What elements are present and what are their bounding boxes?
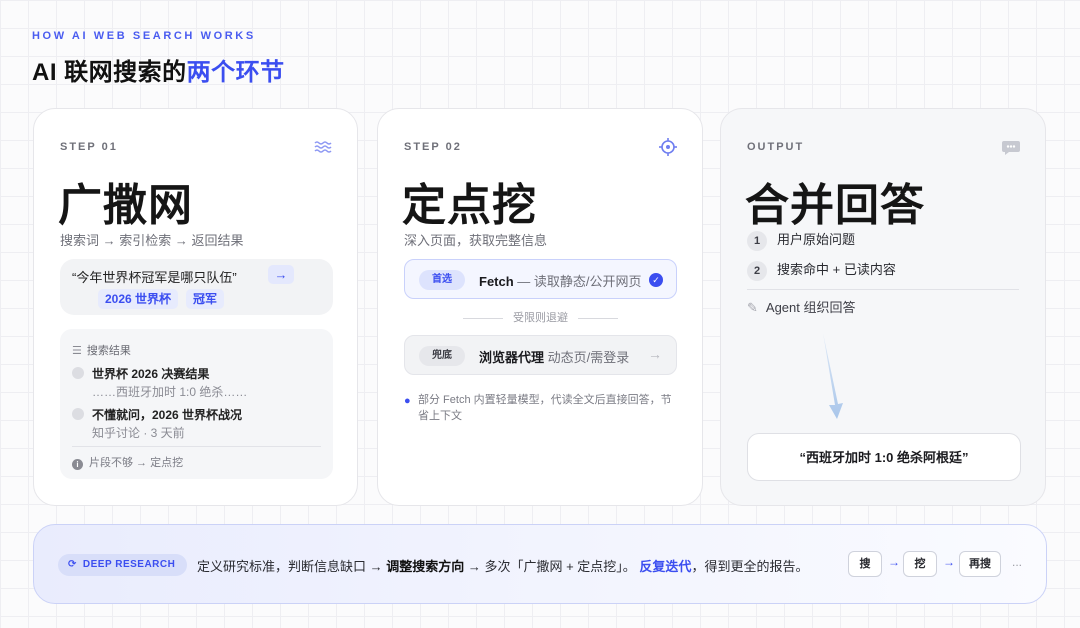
query-text: “今年世界杯冠军是哪只队伍” [72,270,237,285]
browser-agent-label: 浏览器代理 动态页/需登录 [479,350,630,365]
fetch-option: 首选 Fetch — 读取静态/公开网页 ✓ [404,259,677,299]
deep-research-description: 定义研究标准，判断信息缺口 → 调整搜索方向 → 多次「广撒网 + 定点挖」。 … [197,559,809,574]
search-results-panel: ☰ 搜索结果 世界杯 2026 决赛结果 ……西班牙加时 1:0 绝杀…… 不懂就… [60,329,333,479]
fallback-divider: 受限则退避 [404,309,677,325]
result-bullet [72,367,84,379]
waves-icon [314,141,332,153]
agent-compose-label: ✎ Agent 组织回答 [747,300,856,315]
result-title: 不懂就问，2026 世界杯战况 [92,408,243,422]
result-bullet [72,408,84,420]
fallback-pill: 兜底 [419,346,465,366]
query-submit-arrow: → [268,265,294,284]
output-card: OUTPUT 合并回答 1 用户原始问题 2 搜索命中 + 已读内容 ✎ Agent … [720,108,1046,506]
primary-pill: 首选 [419,270,465,290]
keyword-tag: 冠军 [186,289,225,309]
loop-chip-dig: 挖 [903,551,937,577]
refresh-icon: ⟳ [68,559,77,570]
magic-wand-icon: ✎ [747,300,758,315]
input-item: 1 用户原始问题 [747,229,855,251]
page-title: AI 联网搜索的两个环节 [32,52,285,87]
divider [72,446,321,447]
step-label: OUTPUT [747,141,805,153]
query-box: “今年世界杯冠军是哪只队伍” → 2026 世界杯 冠军 [60,259,333,315]
arrow-right-icon: → [943,555,955,569]
info-icon: i [72,459,83,470]
check-icon: ✓ [649,273,663,287]
title-plain: AI 联网搜索的 [32,59,187,86]
step-label: STEP 02 [404,141,462,153]
section-kicker: HOW AI WEB SEARCH WORKS [32,30,256,42]
title-highlight: 两个环节 [186,59,285,86]
final-answer: “西班牙加时 1:0 绝杀阿根廷” [747,433,1021,481]
step1-card: STEP 01 广撒网 搜索词 → 索引检索 → 返回结果 “今年世界杯冠军是哪… [33,108,358,506]
result-snippet: ……西班牙加时 1:0 绝杀…… [92,385,248,399]
step-label: STEP 01 [60,141,118,153]
arrow-right-icon: → [888,555,900,569]
loop-chip-search: 搜 [848,551,882,577]
arrow-right-icon: → [648,346,662,362]
input-item: 2 搜索命中 + 已读内容 [747,259,896,281]
step-heading: 定点挖 [402,181,537,230]
ellipsis: ... [1012,555,1023,569]
step-subtitle: 深入页面，获取完整信息 [404,233,548,248]
step-heading: 合并回答 [745,181,925,230]
divider [747,289,1019,290]
results-header: ☰ 搜索结果 [72,345,131,357]
step-subtitle: 搜索词 → 索引检索 → 返回结果 [60,233,244,248]
step2-card: STEP 02 定点挖 深入页面，获取完整信息 首选 Fetch — 读取静态/… [377,108,703,506]
result-title: 世界杯 2026 决赛结果 [92,367,210,381]
deep-research-badge: ⟳ DEEP RESEARCH [58,554,188,576]
crosshair-icon [659,138,677,156]
lightbulb-icon: ● [404,395,411,407]
list-icon: ☰ [72,345,82,357]
fetch-note: ● 部分 Fetch 内置轻量模型，代读全文后直接回答，节省上下文 [404,394,672,422]
flow-arrow-icon [823,333,843,419]
loop-chip-research-again: 再搜 [959,551,1001,577]
fetch-label: Fetch — 读取静态/公开网页 [479,274,642,289]
results-footer: i 片段不够 → 定点挖 [72,454,183,470]
chat-bubble-icon [1002,141,1020,155]
keyword-tag: 2026 世界杯 [98,289,179,309]
step-heading: 广撒网 [58,181,193,230]
browser-agent-option: 兜底 浏览器代理 动态页/需登录 → [404,335,677,375]
result-snippet: 知乎讨论 · 3 天前 [92,426,185,440]
deep-research-bar: ⟳ DEEP RESEARCH 定义研究标准，判断信息缺口 → 调整搜索方向 → … [33,524,1047,604]
